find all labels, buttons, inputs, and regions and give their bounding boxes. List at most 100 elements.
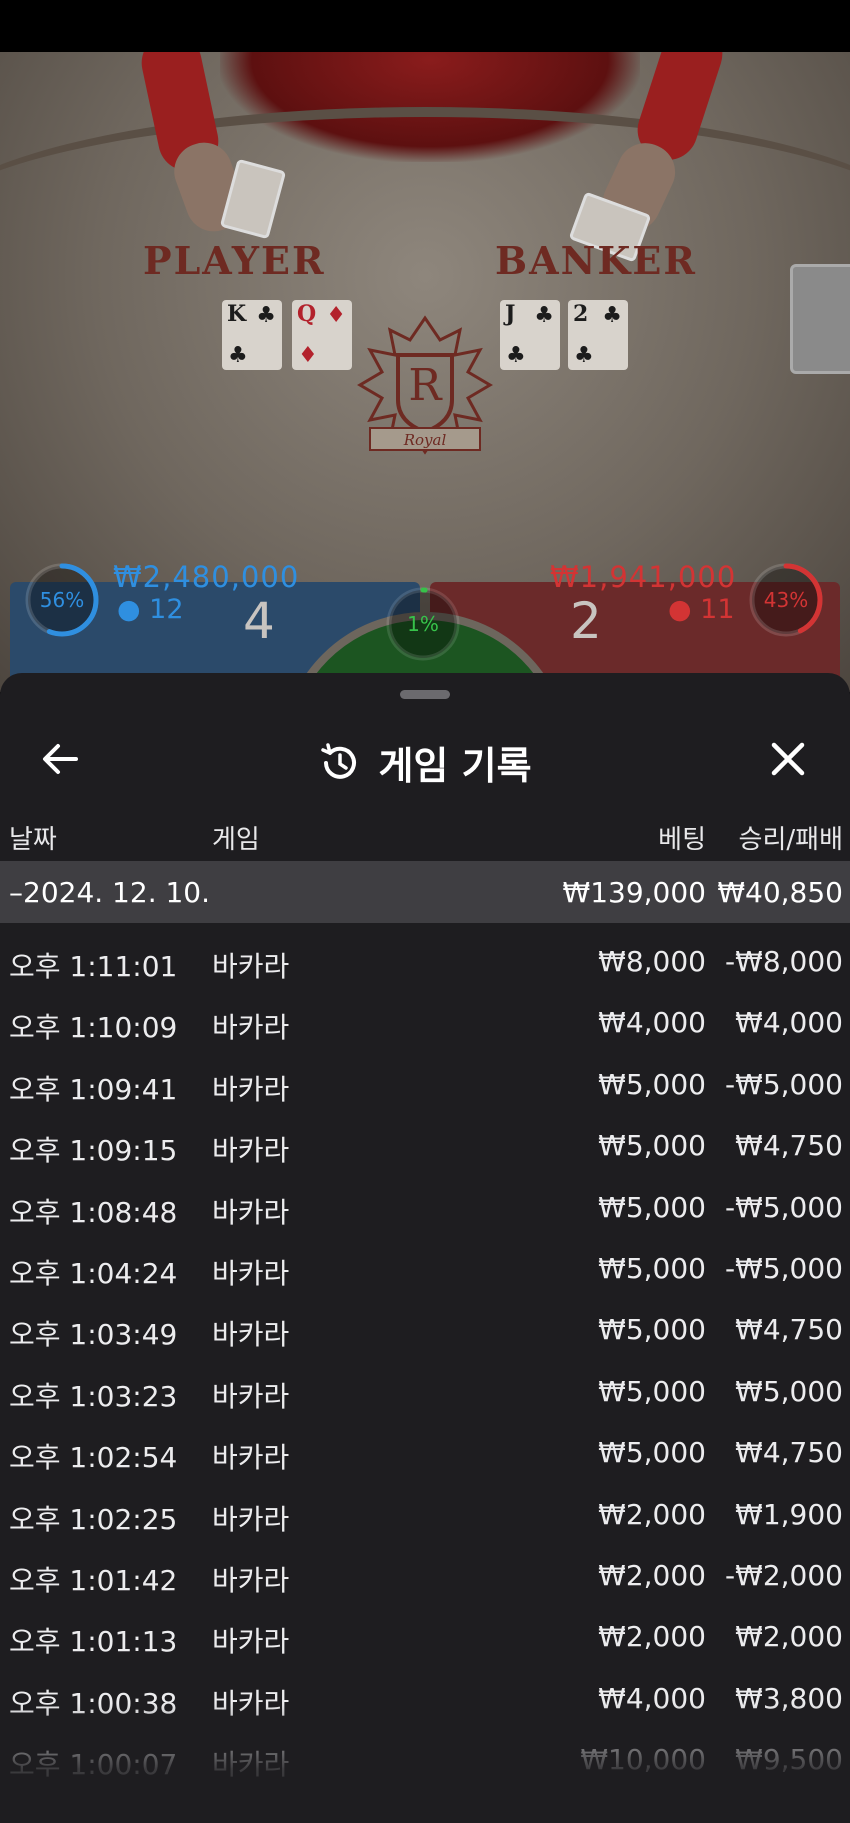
history-row[interactable]: 오후 1:03:49 바카라 ₩5,000 ₩4,750: [0, 1299, 850, 1360]
row-time: 오후 1:03:23: [9, 1379, 178, 1413]
game-history-sheet: 게임 기록 날짜 게임 베팅 승리/패배 –2024. 12. 10. ₩139…: [0, 673, 850, 1823]
sheet-drag-handle[interactable]: [400, 690, 450, 699]
row-result: -₩8,000: [725, 945, 843, 978]
row-result: -₩5,000: [725, 1067, 843, 1101]
banker-score: 2: [570, 592, 602, 650]
history-row[interactable]: 오후 1:04:24 바카라 ₩5,000 -₩5,000: [0, 1238, 850, 1299]
row-time: 오후 1:10:09: [9, 1011, 178, 1045]
row-result: ₩4,750: [735, 1129, 843, 1163]
row-game: 바카라: [212, 1564, 290, 1597]
crest-letter: R: [408, 360, 443, 411]
column-header-bet[interactable]: 베팅: [658, 819, 706, 856]
banker-percent: 43%: [763, 588, 809, 612]
row-bet: ₩2,000: [598, 1559, 706, 1592]
player-total-amount: ₩2,480,000: [113, 560, 300, 594]
row-result: ₩2,000: [735, 1620, 843, 1654]
history-row[interactable]: 오후 1:08:48 바카라 ₩5,000 -₩5,000: [0, 1177, 850, 1238]
banker-card: J ♣ ♣: [500, 300, 560, 370]
row-game: 바카라: [212, 1257, 290, 1290]
row-result: ₩4,750: [735, 1436, 843, 1470]
row-time: 오후 1:11:01: [9, 950, 178, 983]
day-group-result-total: ₩40,850: [717, 876, 843, 909]
day-group-bet-total: ₩139,000: [562, 876, 706, 909]
column-header-date[interactable]: 날짜: [9, 819, 57, 856]
row-result: -₩2,000: [725, 1559, 843, 1592]
history-row[interactable]: 오후 1:11:01 바카라 ₩8,000 -₩8,000: [0, 931, 850, 992]
row-time: 오후 1:01:13: [9, 1625, 178, 1659]
player-card: K ♣ ♣: [222, 300, 282, 370]
row-time: 오후 1:03:49: [9, 1318, 178, 1352]
scroll-fade: [0, 1703, 850, 1823]
row-time: 오후 1:01:42: [9, 1564, 178, 1597]
row-game: 바카라: [212, 1011, 290, 1045]
row-time: 오후 1:08:48: [9, 1195, 178, 1229]
user-icon: ●: [668, 594, 692, 625]
row-game: 바카라: [212, 950, 290, 983]
day-group-date: –2024. 12. 10.: [9, 876, 211, 909]
banker-bettor-count: ● 11: [668, 594, 735, 625]
row-game: 바카라: [212, 1072, 290, 1106]
row-result: ₩4,000: [735, 1006, 843, 1040]
row-bet: ₩5,000: [598, 1067, 706, 1101]
row-game: 바카라: [212, 1379, 290, 1413]
player-zone-label: PLAYER: [143, 238, 326, 283]
close-icon[interactable]: [766, 737, 810, 781]
crest-word: Royal: [403, 431, 447, 449]
banker-card: 2 ♣ ♣: [568, 300, 628, 370]
sheet-title-group: 게임 기록: [0, 735, 850, 788]
player-percent: 56%: [39, 588, 85, 612]
row-bet: ₩5,000: [598, 1313, 706, 1347]
row-time: 오후 1:04:24: [9, 1257, 178, 1290]
row-bet: ₩5,000: [598, 1374, 706, 1408]
column-header-game[interactable]: 게임: [212, 819, 260, 856]
royal-crest-logo: R Royal: [357, 315, 493, 455]
history-icon: [321, 742, 357, 779]
player-score: 4: [243, 592, 275, 650]
row-bet: ₩5,000: [598, 1252, 706, 1285]
row-bet: ₩8,000: [598, 945, 706, 978]
table-header: 날짜 게임 베팅 승리/패배: [0, 813, 850, 857]
history-row[interactable]: 오후 1:01:13 바카라 ₩2,000 ₩2,000: [0, 1606, 850, 1667]
history-row[interactable]: 오후 1:02:25 바카라 ₩2,000 ₩1,900: [0, 1484, 850, 1545]
sheet-header: 게임 기록: [0, 713, 850, 813]
row-result: ₩1,900: [735, 1497, 843, 1531]
card-shoe: [790, 264, 850, 374]
row-result: -₩5,000: [725, 1252, 843, 1285]
row-game: 바카라: [212, 1625, 290, 1659]
history-row[interactable]: 오후 1:09:15 바카라 ₩5,000 ₩4,750: [0, 1115, 850, 1176]
row-time: 오후 1:09:15: [9, 1134, 178, 1168]
history-row[interactable]: 오후 1:09:41 바카라 ₩5,000 -₩5,000: [0, 1054, 850, 1115]
sheet-title: 게임 기록: [378, 744, 532, 788]
row-bet: ₩5,000: [598, 1129, 706, 1163]
player-card: Q ♦ ♦: [292, 300, 352, 370]
row-game: 바카라: [212, 1502, 290, 1536]
user-icon: ●: [117, 594, 141, 625]
history-row[interactable]: 오후 1:10:09 바카라 ₩4,000 ₩4,000: [0, 992, 850, 1053]
row-bet: ₩5,000: [598, 1436, 706, 1470]
player-bettor-count: ● 12: [117, 594, 184, 625]
day-group-row[interactable]: –2024. 12. 10. ₩139,000 ₩40,850: [0, 861, 850, 923]
row-result: ₩5,000: [735, 1374, 843, 1408]
banker-zone-label: BANKER: [495, 238, 697, 283]
row-time: 오후 1:02:54: [9, 1441, 178, 1475]
row-game: 바카라: [212, 1195, 290, 1229]
row-game: 바카라: [212, 1318, 290, 1352]
row-bet: ₩5,000: [598, 1190, 706, 1224]
row-result: ₩4,750: [735, 1313, 843, 1347]
tie-percent: 1%: [407, 612, 439, 636]
live-video-feed: PLAYER BANKER K ♣ ♣ Q ♦ ♦ J ♣ ♣ 2 ♣ ♣ R …: [0, 52, 850, 692]
row-game: 바카라: [212, 1441, 290, 1475]
status-bar: [0, 0, 850, 52]
row-bet: ₩2,000: [598, 1620, 706, 1654]
row-bet: ₩4,000: [598, 1006, 706, 1040]
row-game: 바카라: [212, 1134, 290, 1168]
row-time: 오후 1:09:41: [9, 1072, 178, 1106]
history-row[interactable]: 오후 1:03:23 바카라 ₩5,000 ₩5,000: [0, 1361, 850, 1422]
row-time: 오후 1:02:25: [9, 1502, 178, 1536]
row-result: -₩5,000: [725, 1190, 843, 1224]
banker-total-amount: ₩1,941,000: [550, 560, 737, 594]
history-row[interactable]: 오후 1:02:54 바카라 ₩5,000 ₩4,750: [0, 1422, 850, 1483]
history-row[interactable]: 오후 1:01:42 바카라 ₩2,000 -₩2,000: [0, 1545, 850, 1606]
column-header-result[interactable]: 승리/패배: [739, 819, 843, 856]
row-bet: ₩2,000: [598, 1497, 706, 1531]
